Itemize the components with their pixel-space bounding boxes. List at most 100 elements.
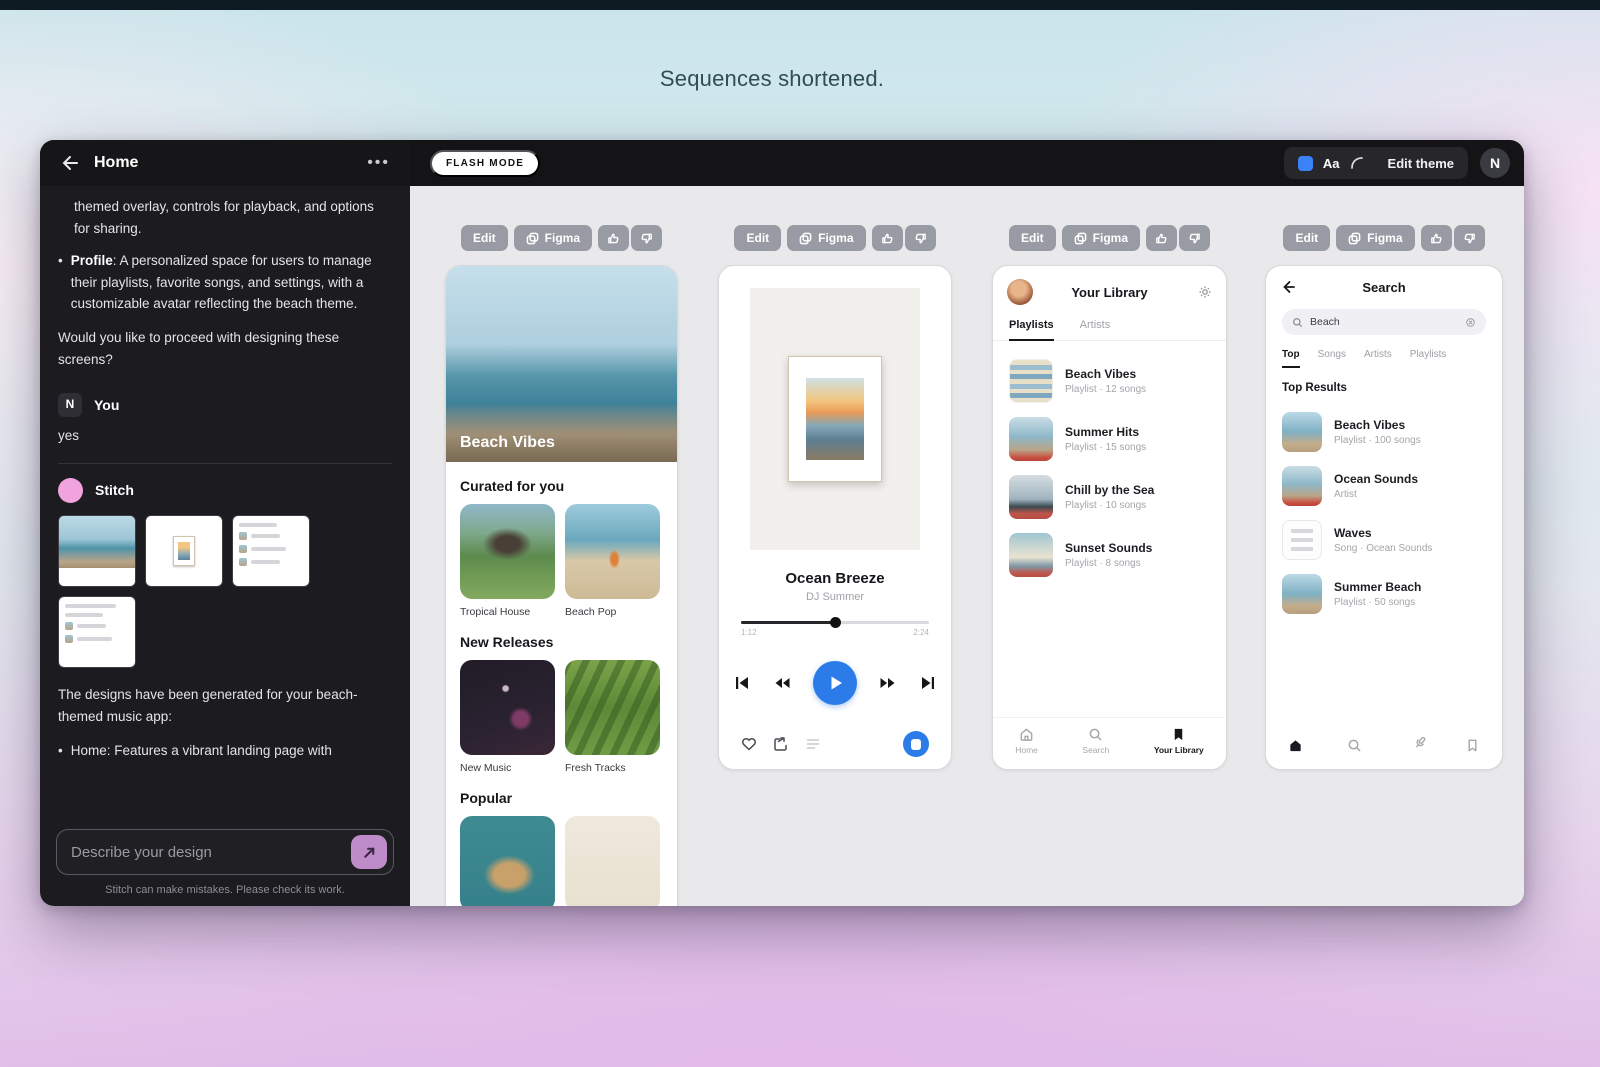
figma-button[interactable]: Figma	[1336, 225, 1415, 251]
back-arrow-icon[interactable]	[1280, 279, 1296, 295]
card-label: New Music	[460, 762, 512, 774]
list-item[interactable]: Summer Hits Playlist · 15 songs	[1009, 417, 1210, 461]
phone-player-screen: Ocean Breeze DJ Summer 1:12 2:24	[718, 265, 952, 770]
topbar-right: Aa Edit theme N	[1283, 147, 1510, 179]
item-title: Sunset Sounds	[1065, 541, 1153, 555]
edit-button[interactable]: Edit	[460, 225, 508, 251]
thumbs-down-button[interactable]	[1179, 225, 1210, 251]
tab-playlists[interactable]: Playlists	[1410, 349, 1447, 368]
music-card[interactable]: Fresh Tracks	[565, 660, 660, 774]
playlist-list: Beach Vibes Playlist · 12 songs Summer Hi…	[993, 341, 1226, 577]
skip-back-icon[interactable]	[733, 674, 751, 692]
more-options-icon[interactable]: •••	[367, 154, 390, 172]
assistant-message-continuation: themed overlay, controls for playback, a…	[74, 199, 374, 236]
thumbs-up-button[interactable]	[1146, 225, 1177, 251]
share-icon[interactable]	[773, 736, 789, 752]
mic-icon[interactable]	[1410, 731, 1431, 752]
tab-songs[interactable]: Songs	[1318, 349, 1346, 368]
thumbs-down-button[interactable]	[631, 225, 662, 251]
thumbs-up-button[interactable]	[598, 225, 629, 251]
figma-button[interactable]: Figma	[513, 225, 592, 251]
music-card[interactable]	[460, 816, 555, 906]
edit-button[interactable]: Edit	[1283, 225, 1331, 251]
result-item[interactable]: Waves Song · Ocean Sounds	[1282, 520, 1486, 560]
search-icon[interactable]	[1347, 738, 1362, 753]
track-title: Ocean Breeze	[785, 570, 885, 587]
home-icon[interactable]	[1288, 738, 1303, 753]
nav-your-library[interactable]: Your Library	[1154, 727, 1204, 755]
figma-button[interactable]: Figma	[787, 225, 866, 251]
tab-playlists[interactable]: Playlists	[1009, 319, 1054, 341]
queue-icon[interactable]	[805, 736, 821, 752]
thumbnail-frame	[173, 535, 195, 566]
disclaimer-text: Stitch can make mistakes. Please check i…	[105, 884, 345, 896]
progress-bar[interactable]: 1:12 2:24	[741, 617, 929, 637]
album-art	[460, 504, 555, 599]
theme-color-swatch-icon	[1297, 155, 1313, 171]
tab-artists[interactable]: Artists	[1080, 319, 1111, 340]
nav-label: Home	[1015, 745, 1038, 755]
result-item[interactable]: Beach Vibes Playlist · 100 songs	[1282, 412, 1486, 452]
search-header: Search	[1266, 266, 1502, 303]
rewind-icon[interactable]	[773, 674, 791, 692]
flash-mode-badge[interactable]: FLASH MODE	[430, 149, 541, 177]
section-title: New Releases	[460, 634, 554, 650]
chat-transcript: themed overlay, controls for playback, a…	[40, 186, 410, 817]
thumbs-down-button[interactable]	[1453, 225, 1485, 251]
design-prompt-input[interactable]	[71, 843, 343, 861]
item-title: Summer Hits	[1065, 425, 1140, 439]
tab-top[interactable]: Top	[1282, 349, 1300, 368]
progress-handle[interactable]	[829, 617, 841, 628]
edit-button[interactable]: Edit	[1008, 225, 1056, 251]
account-avatar[interactable]: N	[1480, 148, 1510, 178]
thumbnail-player-screen[interactable]	[145, 514, 223, 587]
music-card[interactable]: Beach Pop	[565, 504, 660, 618]
thumbnail-home-screen[interactable]	[58, 514, 136, 587]
favorite-icon[interactable]	[741, 736, 757, 752]
item-subtitle: Playlist · 8 songs	[1065, 558, 1141, 569]
thumb-line	[65, 603, 117, 608]
music-card[interactable]	[565, 816, 660, 906]
fast-forward-icon[interactable]	[879, 674, 897, 692]
clear-icon[interactable]	[1465, 317, 1476, 328]
play-button[interactable]	[813, 661, 857, 705]
album-art	[460, 660, 555, 755]
item-title: Beach Vibes	[1334, 418, 1406, 432]
edit-theme-button[interactable]: Aa Edit theme	[1283, 147, 1468, 179]
user-name: You	[94, 396, 120, 413]
list-item[interactable]: Sunset Sounds Playlist · 8 songs	[1009, 533, 1210, 577]
back-arrow-icon[interactable]	[60, 154, 78, 172]
device-button[interactable]	[903, 731, 929, 757]
search-icon	[1293, 317, 1302, 327]
bookmark-icon[interactable]	[1465, 738, 1480, 753]
figma-button[interactable]: Figma	[1061, 225, 1140, 251]
send-button[interactable]	[351, 835, 387, 869]
sunset-image	[806, 378, 864, 460]
list-item[interactable]: Chill by the Sea Playlist · 10 songs	[1009, 475, 1210, 519]
settings-icon[interactable]	[1198, 285, 1212, 299]
playlist-art	[1009, 417, 1053, 461]
list-item[interactable]: Beach Vibes Playlist · 12 songs	[1009, 359, 1210, 403]
sidebar-header: Home •••	[40, 140, 410, 186]
search-input[interactable]: Beach	[1282, 309, 1486, 335]
edit-button[interactable]: Edit	[734, 225, 782, 251]
thumbnail-search-screen[interactable]	[58, 595, 136, 668]
page-top-strip	[0, 0, 1600, 10]
search-icon	[1089, 728, 1102, 741]
profile-avatar[interactable]	[1007, 279, 1033, 305]
nav-search[interactable]: Search	[1082, 727, 1109, 755]
user-avatar: N	[58, 393, 82, 418]
thumbnail-strip	[59, 567, 135, 586]
thumbnail-library-screen[interactable]	[232, 514, 310, 587]
thumbs-down-button[interactable]	[904, 225, 936, 251]
time-total: 2:24	[913, 628, 929, 637]
result-item[interactable]: Ocean Sounds Artist	[1282, 466, 1486, 506]
result-item[interactable]: Summer Beach Playlist · 50 songs	[1282, 574, 1486, 614]
thumbs-up-button[interactable]	[1420, 225, 1452, 251]
thumbs-up-button[interactable]	[871, 225, 903, 251]
nav-home[interactable]: Home	[1015, 727, 1038, 755]
skip-forward-icon[interactable]	[919, 674, 937, 692]
tab-artists[interactable]: Artists	[1364, 349, 1392, 368]
music-card[interactable]: New Music	[460, 660, 555, 774]
music-card[interactable]: Tropical House	[460, 504, 555, 618]
